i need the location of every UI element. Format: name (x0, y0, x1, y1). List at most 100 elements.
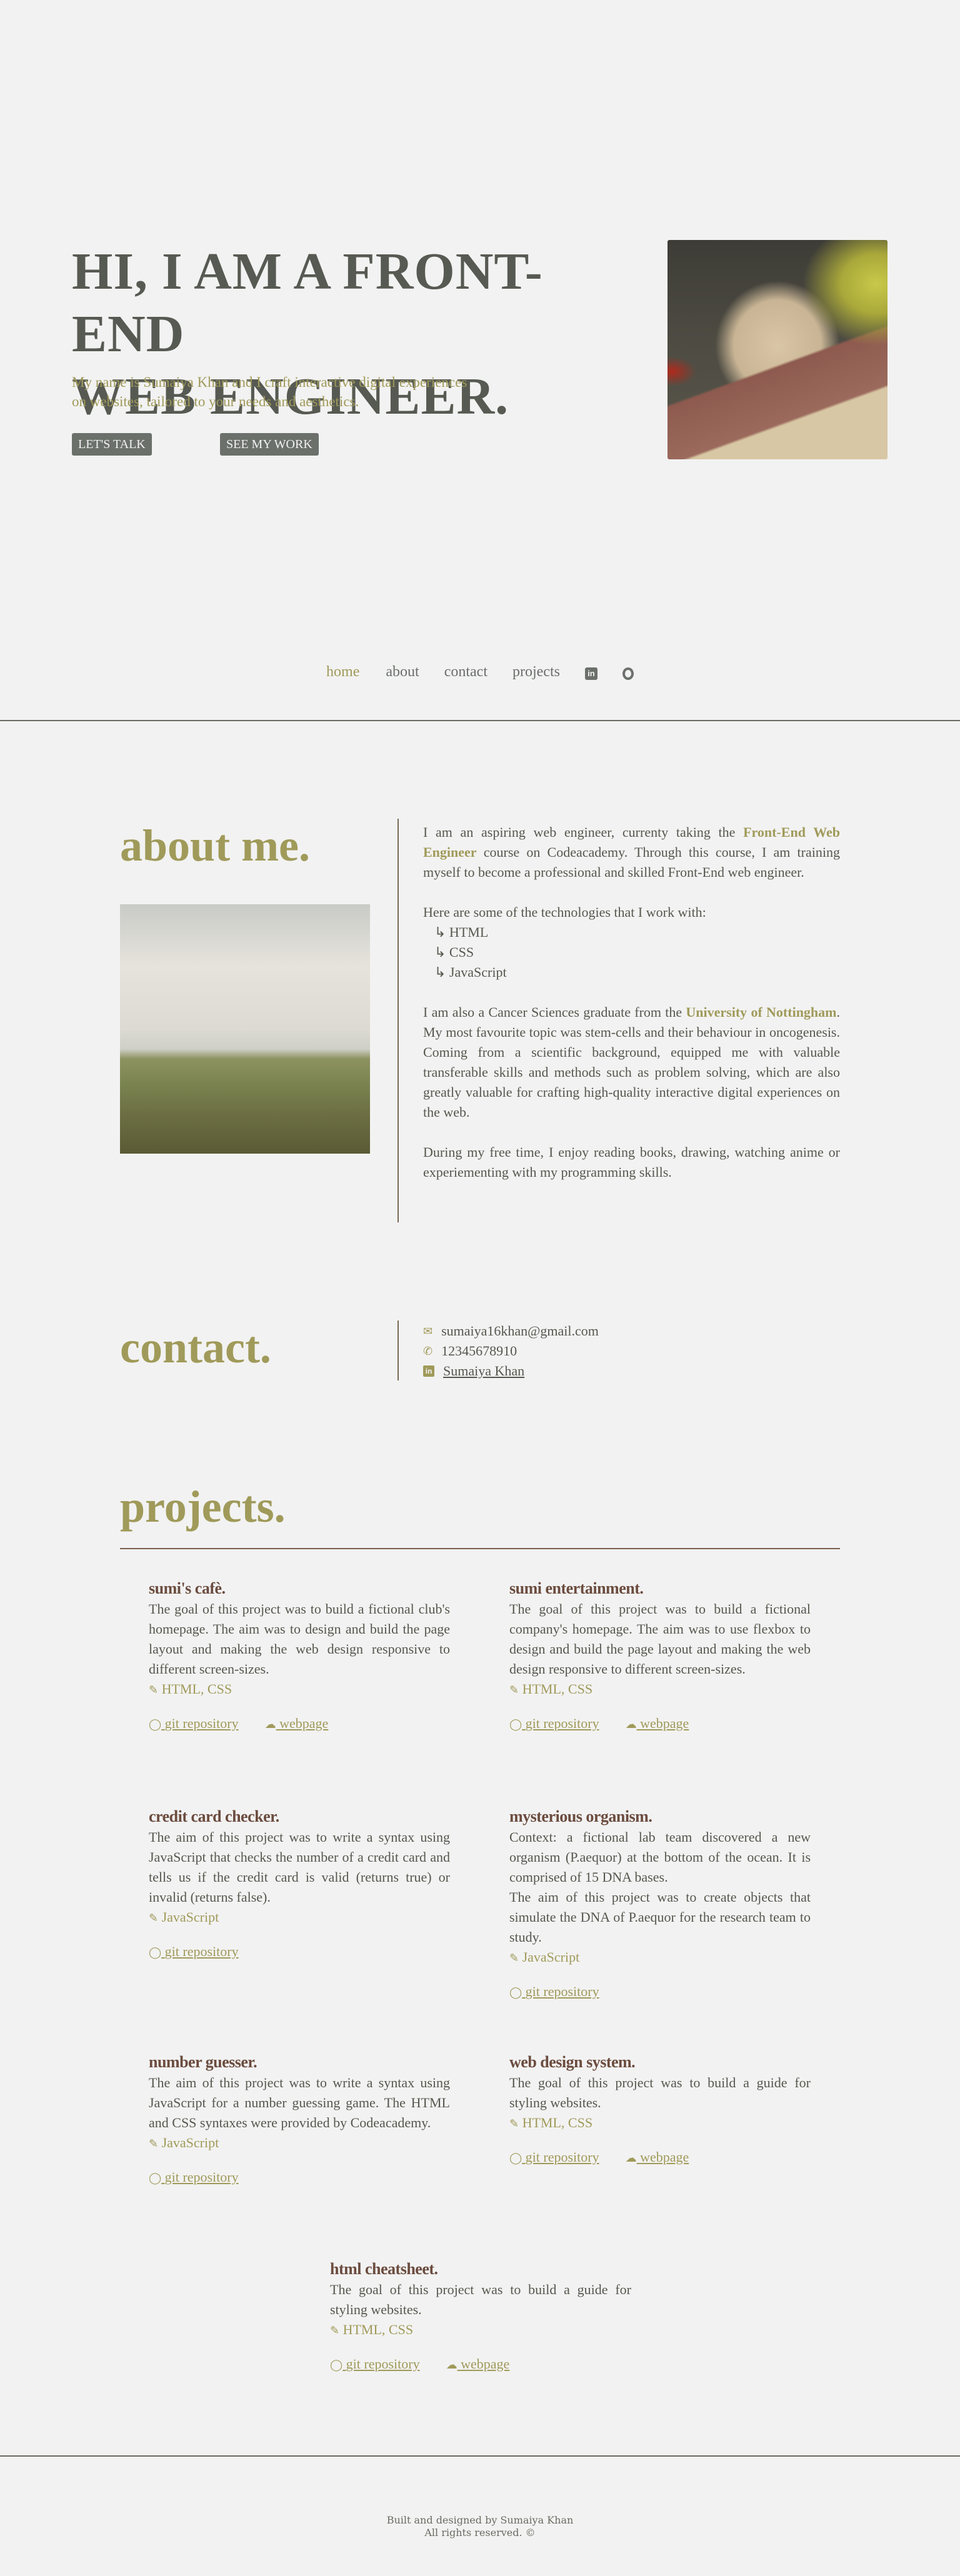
webpage-label: webpage (640, 1715, 689, 1731)
project-links: ◯ git repository (509, 1982, 811, 2002)
git-label: git repository (525, 1984, 599, 1999)
github-icon: ◯ (509, 1986, 522, 1999)
phone-text: 12345678910 (441, 1343, 518, 1359)
project-tags: ✎ JavaScript (149, 2133, 450, 2154)
hero-portrait-image (668, 240, 888, 459)
project-description: The goal of this project was to build a … (509, 2075, 811, 2110)
github-icon: ◯ (509, 1718, 522, 1730)
about-paragraph-3: During my free time, I enjoy reading boo… (423, 1144, 840, 1180)
about-p1-text: I am an aspiring web engineer, currenty … (423, 824, 744, 840)
github-icon: ◯ (149, 2172, 162, 2184)
webpage-link[interactable]: ☁ webpage (265, 1714, 329, 1734)
pencil-icon: ✎ (509, 2117, 519, 2130)
about-p1-text-end: course on Codeacademy. Through this cour… (423, 844, 840, 880)
github-icon: ◯ (509, 2152, 522, 2164)
webpage-link[interactable]: ☁ webpage (446, 2354, 510, 2375)
git-label: git repository (525, 1715, 599, 1731)
tags-text: JavaScript (161, 2135, 219, 2150)
pencil-icon: ✎ (509, 1952, 519, 1964)
project-links: ◯ git repository ☁ webpage (509, 2147, 811, 2168)
project-links: ◯ git repository ☁ webpage (149, 1714, 450, 1734)
webpage-label: webpage (640, 2149, 689, 2165)
pencil-icon: ✎ (149, 1912, 159, 1924)
git-repository-link[interactable]: ◯ git repository (330, 2354, 420, 2375)
hero-subtitle-line2: on websites, tailored to your needs and … (72, 394, 359, 409)
linkedin-link[interactable]: Sumaiya Khan (443, 1361, 524, 1381)
project-description: The goal of this project was to build a … (330, 2282, 631, 2317)
about-paragraph-1: I am an aspiring web engineer, currenty … (423, 822, 840, 882)
see-my-work-button[interactable]: SEE MY WORK (220, 433, 319, 456)
project-card: html cheatsheet. The goal of this projec… (330, 2259, 631, 2375)
landscape-image (120, 904, 370, 1154)
tags-text: JavaScript (522, 1949, 580, 1965)
nav-divider (0, 720, 960, 721)
webpage-link[interactable]: ☁ webpage (626, 2147, 689, 2168)
project-title: sumi entertainment. (509, 1579, 644, 1597)
project-card: number guesser. The aim of this project … (149, 2052, 450, 2188)
git-repository-link[interactable]: ◯ git repository (149, 1942, 239, 1962)
git-label: git repository (164, 1944, 239, 1959)
project-card: web design system. The goal of this proj… (509, 2052, 811, 2168)
git-repository-link[interactable]: ◯ git repository (149, 1714, 239, 1734)
project-links: ◯ git repository (149, 1942, 450, 1962)
phone-icon: ✆ (423, 1345, 433, 1357)
hero-title-line1: HI, I AM A FRONT-END (72, 242, 543, 363)
project-title: sumi's cafè. (149, 1579, 226, 1597)
contact-heading: contact. (120, 1322, 271, 1372)
cloud-icon: ☁ (625, 2152, 637, 2164)
project-tags: ✎ HTML, CSS (509, 2113, 811, 2134)
footer-rights: All rights reserved. © (424, 2527, 536, 2539)
project-links: ◯ git repository (149, 2167, 450, 2188)
linkedin-icon[interactable]: in (584, 667, 598, 680)
git-repository-link[interactable]: ◯ git repository (509, 1714, 599, 1734)
project-description: The aim of this project was to write a s… (149, 1829, 450, 1905)
about-p2-text-end: . My most favourite topic was stem-cells… (423, 1004, 840, 1120)
git-repository-link[interactable]: ◯ git repository (509, 1982, 599, 2002)
pencil-icon: ✎ (509, 1684, 519, 1696)
nav-home[interactable]: home (326, 664, 359, 681)
tags-text: HTML, CSS (342, 2322, 414, 2337)
about-divider (398, 819, 399, 1222)
github-icon[interactable] (622, 667, 634, 680)
nav-about[interactable]: about (386, 664, 419, 681)
github-icon: ◯ (330, 2359, 343, 2371)
contact-email: ✉ sumaiya16khan@gmail.com (423, 1321, 599, 1341)
project-title: number guesser. (149, 2053, 258, 2071)
tech-item: ↳ HTML (434, 924, 489, 940)
about-heading: about me. (120, 821, 310, 871)
contact-linkedin: in Sumaiya Khan (423, 1361, 524, 1381)
tags-text: HTML, CSS (522, 1681, 593, 1697)
project-card: mysterious organism. Context: a fictiona… (509, 1806, 811, 2002)
webpage-label: webpage (279, 1715, 329, 1731)
cloud-icon: ☁ (264, 1718, 276, 1730)
footer-credit: Built and designed by Sumaiya Khan (386, 2514, 574, 2526)
git-label: git repository (164, 2169, 239, 2185)
git-label: git repository (164, 1715, 239, 1731)
git-label: git repository (525, 2149, 599, 2165)
projects-divider (120, 1548, 840, 1549)
git-repository-link[interactable]: ◯ git repository (509, 2147, 599, 2168)
project-title: web design system. (509, 2053, 636, 2071)
tech-item: ↳ CSS (434, 944, 474, 960)
project-description: The goal of this project was to build a … (509, 1601, 811, 1677)
contact-divider (398, 1320, 399, 1380)
tags-text: HTML, CSS (161, 1681, 232, 1697)
email-text: sumaiya16khan@gmail.com (441, 1323, 599, 1339)
webpage-link[interactable]: ☁ webpage (626, 1714, 689, 1734)
lets-talk-button[interactable]: LET'S TALK (72, 433, 152, 456)
git-label: git repository (346, 2356, 420, 2372)
project-title: mysterious organism. (509, 1807, 652, 1825)
footer-divider (0, 2455, 960, 2457)
tech-intro: Here are some of the technologies that I… (423, 904, 706, 920)
nav-projects[interactable]: projects (512, 664, 560, 681)
about-text: I am an aspiring web engineer, currenty … (423, 822, 840, 1182)
nav-contact[interactable]: contact (444, 664, 488, 681)
hero-subtitle: My name is Sumaiya Khan and I craft inte… (72, 372, 547, 411)
git-repository-link[interactable]: ◯ git repository (149, 2167, 239, 2188)
main-nav: home about contact projects in (0, 664, 960, 681)
pencil-icon: ✎ (149, 2137, 159, 2150)
project-tags: ✎ HTML, CSS (330, 2320, 631, 2340)
tech-item: ↳ JavaScript (434, 964, 507, 980)
mail-icon: ✉ (423, 1325, 433, 1337)
project-card: sumi entertainment. The goal of this pro… (509, 1578, 811, 1734)
